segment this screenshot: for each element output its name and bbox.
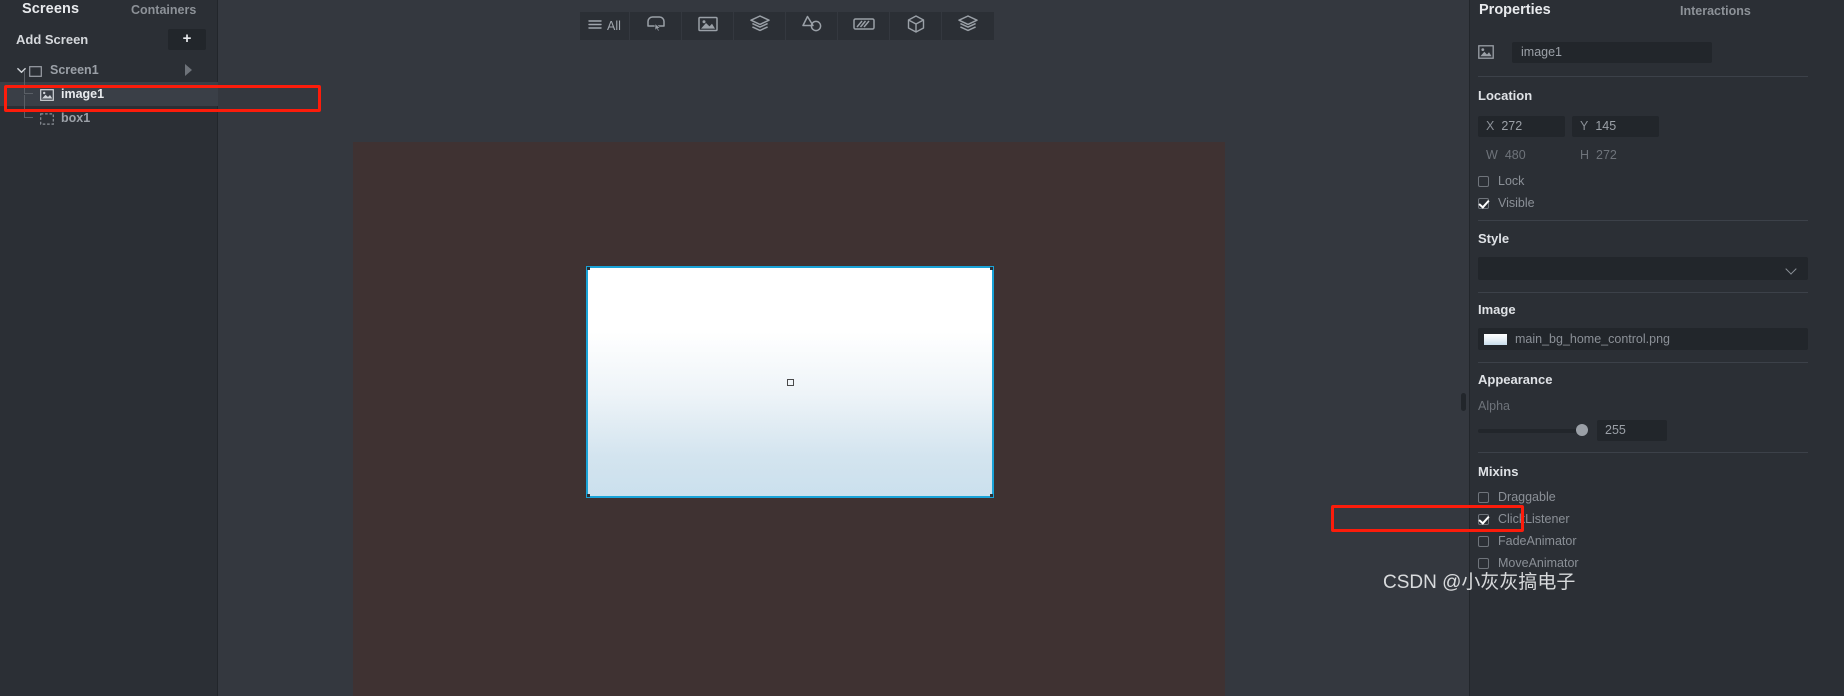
divider [1478, 220, 1808, 221]
chevron-down-icon [1785, 263, 1797, 275]
shapes-icon [801, 15, 823, 37]
divider [1478, 452, 1808, 453]
mixin-row-clicklistener[interactable]: ClickListener [1478, 512, 1570, 526]
section-title-appearance: Appearance [1478, 372, 1553, 387]
section-title-location: Location [1478, 88, 1533, 103]
mixin-row-fadeanimator[interactable]: FadeAnimator [1478, 534, 1577, 548]
handle-bottom-right[interactable] [990, 494, 993, 497]
image-widget-icon [697, 16, 718, 37]
tab-containers[interactable]: Containers [131, 3, 196, 17]
location-x-value: 272 [1501, 119, 1523, 133]
location-x-input[interactable]: X 272 [1478, 116, 1565, 137]
tab-properties[interactable]: Properties [1479, 2, 1551, 18]
alpha-slider-track[interactable] [1478, 429, 1586, 433]
location-y-input[interactable]: Y 145 [1572, 116, 1659, 137]
visible-checkbox[interactable] [1478, 197, 1489, 209]
handle-top-left[interactable] [587, 267, 590, 270]
play-icon[interactable] [185, 64, 192, 76]
toolbar-label-all: All [607, 19, 621, 33]
image-file-field[interactable]: main_bg_home_control.png [1478, 328, 1808, 350]
toolbar-button-progressbar[interactable] [838, 12, 890, 40]
center-resize-handle[interactable] [786, 378, 794, 386]
alpha-slider-row: 255 [1478, 420, 1678, 441]
section-title-style: Style [1478, 231, 1510, 246]
draggable-checkbox[interactable] [1478, 491, 1489, 503]
fadeanimator-label: FadeAnimator [1498, 534, 1577, 548]
toolbar-button-widget[interactable] [630, 12, 682, 40]
hamburger-icon [588, 17, 602, 35]
add-screen-label: Add Screen [16, 32, 89, 47]
mixin-row-draggable[interactable]: Draggable [1478, 490, 1556, 504]
image-icon [1478, 45, 1494, 59]
draggable-label: Draggable [1498, 490, 1556, 504]
toolbar-button-all[interactable]: All [580, 12, 630, 40]
divider [1478, 76, 1808, 77]
location-h-key: H [1580, 148, 1590, 162]
sidebar-tab-bar: Screens Containers [0, 0, 217, 24]
section-title-mixins: Mixins [1478, 464, 1519, 479]
button-widget-icon [645, 15, 667, 37]
progressbar-icon [852, 17, 875, 36]
alpha-label: Alpha [1478, 399, 1510, 413]
layers-icon [749, 15, 770, 37]
alpha-value-input[interactable]: 255 [1597, 420, 1667, 441]
tab-screens[interactable]: Screens [22, 1, 79, 17]
alpha-slider-thumb[interactable] [1576, 424, 1588, 436]
divider [1478, 292, 1808, 293]
stack-icon [958, 15, 978, 37]
style-select[interactable] [1478, 257, 1808, 280]
section-title-image: Image [1478, 302, 1516, 317]
lock-checkbox[interactable] [1478, 175, 1489, 187]
fadeanimator-checkbox[interactable] [1478, 535, 1489, 547]
lock-label: Lock [1498, 174, 1525, 188]
add-screen-row: Add Screen + [0, 29, 218, 53]
clicklistener-checkbox[interactable] [1478, 513, 1489, 525]
tree-item-label: box1 [61, 111, 91, 125]
handle-bottom-left[interactable] [587, 494, 590, 497]
tree-item-label: Screen1 [50, 63, 99, 77]
element-name-row: image1 [1470, 42, 1844, 64]
handle-top-right[interactable] [990, 267, 993, 270]
add-screen-button[interactable]: + [168, 29, 206, 50]
location-x-key: X [1486, 119, 1495, 133]
tab-interactions[interactable]: Interactions [1680, 4, 1751, 18]
lock-checkbox-row[interactable]: Lock [1478, 174, 1524, 188]
screens-sidebar: Screens Containers Add Screen + Screen1 [0, 0, 218, 696]
tree-connector [24, 95, 33, 118]
canvas-scrollbar[interactable] [1461, 393, 1466, 411]
element-name-input[interactable]: image1 [1512, 42, 1712, 63]
canvas-element-image1[interactable] [586, 266, 994, 498]
design-canvas[interactable] [219, 0, 1469, 696]
image-icon [40, 88, 54, 101]
screen-stage[interactable] [353, 142, 1225, 696]
location-y-value: 145 [1595, 119, 1617, 133]
cube-icon [907, 14, 925, 38]
location-w-readout: W 480 [1486, 148, 1526, 162]
visible-label: Visible [1498, 196, 1535, 210]
toolbar-button-image[interactable] [682, 12, 734, 40]
properties-tab-bar: Properties Interactions [1470, 0, 1844, 26]
tree-item-box1[interactable]: box1 [0, 95, 218, 130]
widget-toolbar: All [580, 12, 994, 40]
clicklistener-label: ClickListener [1498, 512, 1570, 526]
location-h-readout: H 272 [1580, 148, 1617, 162]
location-h-value: 272 [1596, 148, 1617, 162]
divider [1478, 362, 1808, 363]
location-y-key: Y [1580, 119, 1589, 133]
toolbar-button-layers[interactable] [734, 12, 786, 40]
location-w-key: W [1486, 148, 1498, 162]
location-w-value: 480 [1504, 148, 1526, 162]
box-icon [40, 112, 54, 125]
visible-checkbox-row[interactable]: Visible [1478, 196, 1535, 210]
app-window: Screens Containers Add Screen + Screen1 [0, 0, 1844, 696]
image-file-name: main_bg_home_control.png [1515, 332, 1670, 346]
toolbar-button-stack[interactable] [942, 12, 994, 40]
watermark: CSDN @小灰灰搞电子 [1383, 572, 1576, 593]
toolbar-button-cube[interactable] [890, 12, 942, 40]
toolbar-button-shapes[interactable] [786, 12, 838, 40]
tree-connector [24, 71, 33, 94]
image-thumbnail [1484, 333, 1507, 345]
screen-tree: Screen1 image1 box1 [0, 58, 218, 130]
tree-item-label: image1 [61, 87, 105, 101]
